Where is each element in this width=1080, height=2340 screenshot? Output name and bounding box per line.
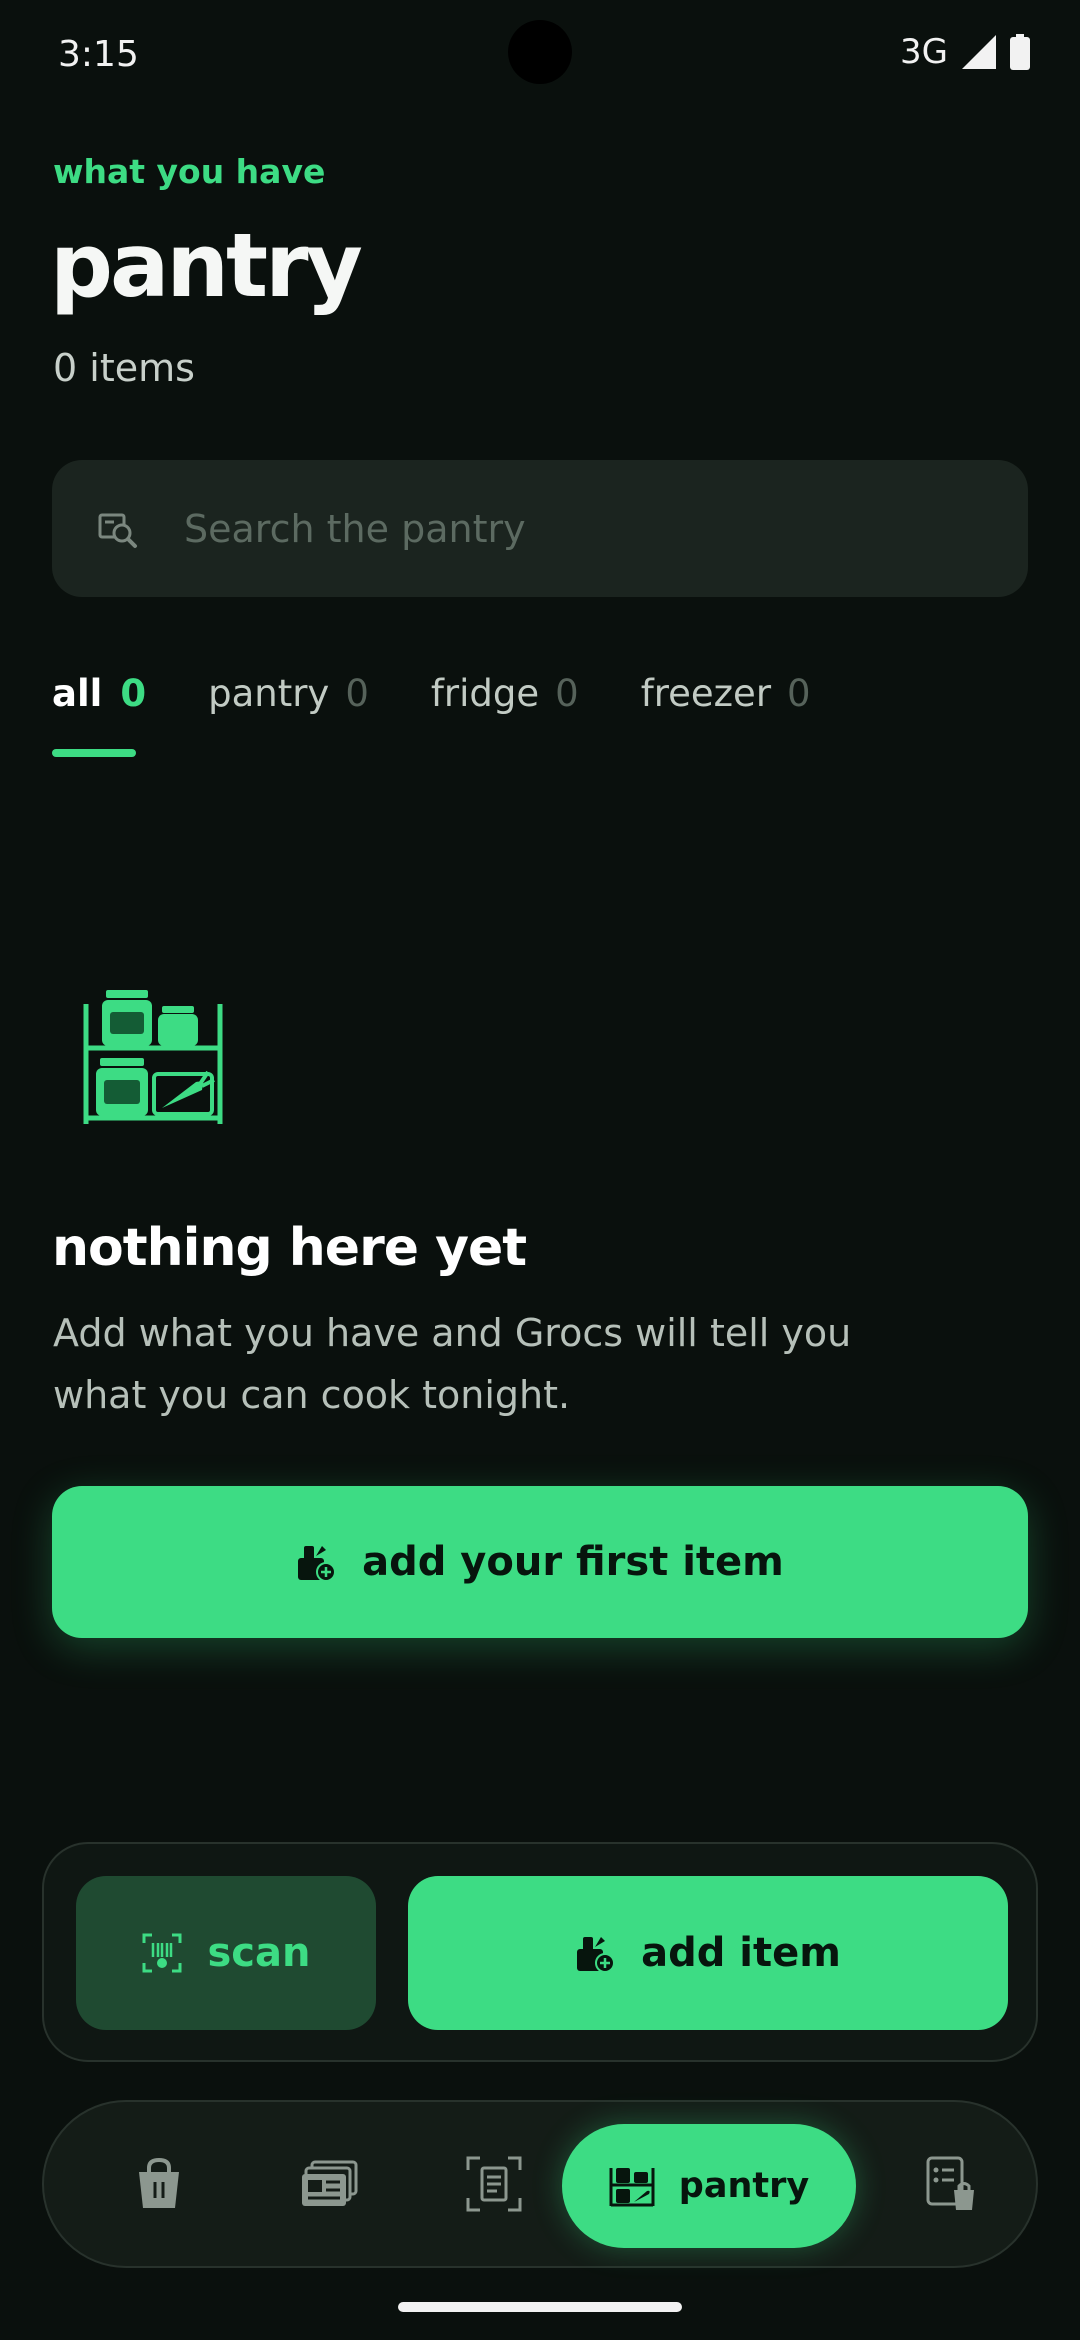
- item-count: 0 items: [53, 346, 195, 390]
- button-label: scan: [207, 1930, 311, 1976]
- bottom-navigation: pantry: [42, 2100, 1038, 2268]
- signal-icon: [962, 35, 996, 69]
- home-indicator[interactable]: [398, 2302, 682, 2312]
- tab-count: 0: [787, 672, 811, 715]
- tab-label: pantry: [208, 672, 330, 715]
- tab-fridge[interactable]: fridge 0: [431, 672, 579, 715]
- tab-freezer[interactable]: freezer 0: [641, 672, 811, 715]
- page-title: pantry: [50, 214, 363, 317]
- network-type: 3G: [900, 32, 948, 72]
- tab-label: all: [52, 672, 103, 715]
- scan-receipt-icon: [466, 2156, 522, 2212]
- nav-recipes[interactable]: [264, 2102, 394, 2266]
- shopping-list-icon: [926, 2156, 976, 2212]
- button-label: add your first item: [362, 1539, 784, 1585]
- tab-pantry[interactable]: pantry 0: [208, 672, 369, 715]
- add-grocery-icon: [575, 1933, 616, 1973]
- tab-count: 0: [120, 672, 147, 715]
- section-eyebrow: what you have: [53, 152, 326, 191]
- button-label: add item: [641, 1930, 841, 1976]
- add-item-button[interactable]: add item: [408, 1876, 1008, 2030]
- quick-actions-card: scan add item: [42, 1842, 1038, 2062]
- shopping-bag-icon: [135, 2158, 183, 2210]
- status-bar: 3:15 3G: [0, 0, 1080, 110]
- camera-cutout: [508, 20, 572, 84]
- tab-label: freezer: [640, 672, 772, 715]
- scan-button[interactable]: scan: [76, 1876, 376, 2030]
- nav-pantry[interactable]: pantry: [562, 2124, 856, 2248]
- tab-count: 0: [555, 672, 579, 715]
- pantry-shelf-icon: [82, 984, 224, 1128]
- filter-tabs: all 0 pantry 0 fridge 0 freezer 0: [52, 672, 873, 715]
- nav-shop[interactable]: [104, 2102, 214, 2266]
- tab-all[interactable]: all 0: [52, 672, 146, 715]
- nav-shopping-list[interactable]: [896, 2102, 1006, 2266]
- status-time: 3:15: [58, 34, 139, 75]
- add-first-item-button[interactable]: add your first item: [52, 1486, 1028, 1638]
- nav-scan-receipt[interactable]: [434, 2102, 554, 2266]
- nav-pantry-label: pantry: [678, 2166, 810, 2206]
- recipes-cards-icon: [300, 2160, 358, 2208]
- battery-icon: [1010, 34, 1030, 70]
- pantry-icon: [609, 2164, 655, 2208]
- empty-state-description: Add what you have and Grocs will tell yo…: [53, 1311, 852, 1417]
- add-grocery-icon: [296, 1542, 337, 1582]
- search-box[interactable]: [52, 460, 1028, 597]
- search-input[interactable]: [184, 494, 984, 564]
- search-icon: [98, 509, 138, 549]
- empty-state-title: nothing here yet: [52, 1218, 527, 1278]
- tab-label: fridge: [430, 672, 540, 715]
- tab-count: 0: [345, 672, 369, 715]
- barcode-scan-icon: [142, 1933, 182, 1973]
- active-tab-indicator: [52, 749, 136, 757]
- status-indicators: 3G: [900, 32, 1030, 72]
